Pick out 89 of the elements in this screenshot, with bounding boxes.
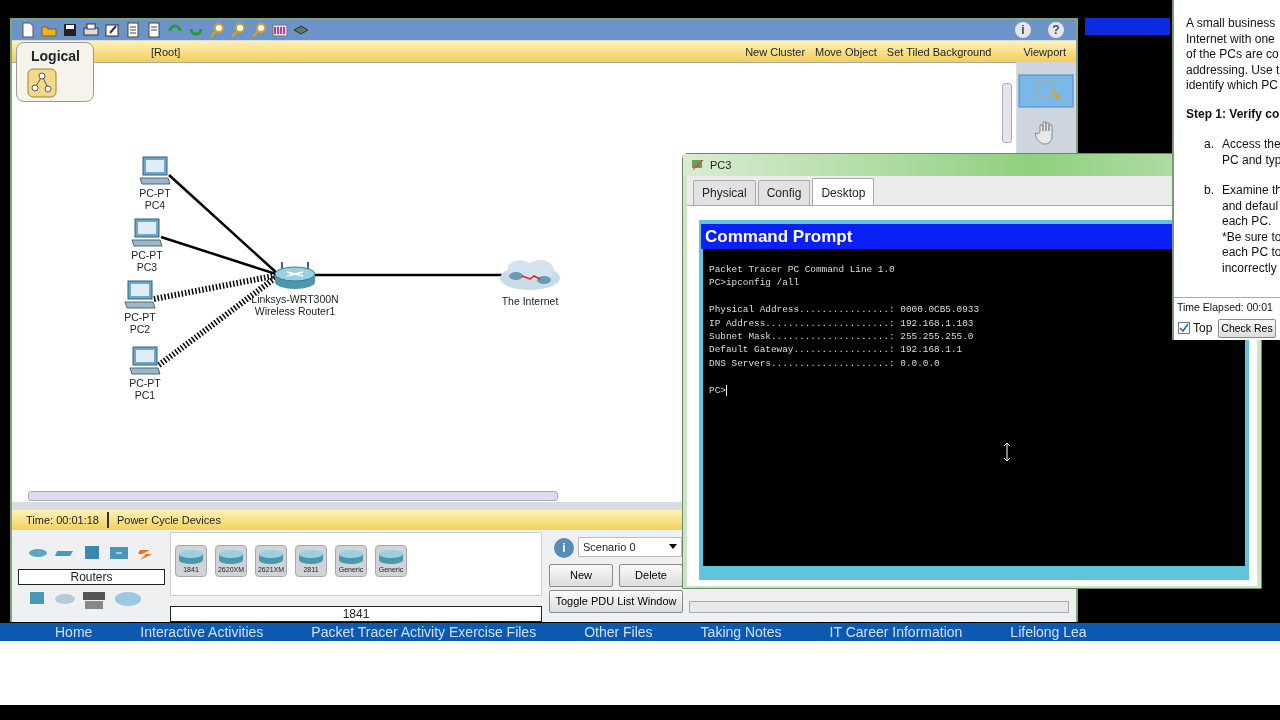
instruction-text: PC and typ (1222, 152, 1280, 168)
device-type-label: PC-PT (130, 249, 164, 261)
list-marker: a. (1204, 137, 1214, 153)
device-name-label: The Internet (500, 295, 560, 307)
new-button[interactable]: New (549, 564, 613, 587)
check-results-button[interactable]: Check Res (1218, 318, 1276, 339)
zoom-out-icon[interactable] (251, 22, 267, 38)
device-name-label: PC2 (128, 323, 152, 335)
device-name-label: PC1 (133, 389, 157, 401)
zoom-in-icon[interactable] (209, 22, 225, 38)
workspace-action[interactable]: Move Object (815, 44, 877, 61)
scenario-dropdown[interactable]: Scenario 0 (578, 537, 682, 557)
device-type-label: PC-PT (138, 187, 172, 199)
scenario-label: Scenario 0 (583, 539, 636, 555)
window-title: PC3 (710, 157, 732, 173)
instruction-text: identify which PC (1186, 78, 1280, 94)
nav-link[interactable]: Home (55, 623, 93, 641)
window-tab[interactable]: Desktop (812, 178, 875, 205)
device-name-label: Wireless Router1 (253, 305, 337, 317)
instruction-text: of the PCs are co (1186, 47, 1280, 63)
top-checkbox[interactable] (1178, 322, 1190, 335)
printer-icon[interactable] (83, 22, 99, 38)
workspace-action[interactable]: Set Tiled Background (886, 44, 992, 61)
info-button[interactable]: i (1015, 22, 1031, 38)
terminal-line: IP Address......................: 192.168.1.103 (709, 317, 974, 329)
topology-icon (27, 68, 57, 98)
text-cursor (725, 384, 727, 396)
resize-cursor-icon (1003, 442, 1011, 462)
selected-model-field: 1841 (170, 606, 542, 622)
checkbox-label: Top (1193, 320, 1213, 337)
device-type-label: PC-PT (128, 377, 162, 389)
list-marker: b. (1204, 183, 1214, 199)
power-cycle-button[interactable]: Power Cycle Devices (108, 511, 221, 529)
path-label: [Root] (151, 45, 181, 60)
computer-icon[interactable] (139, 156, 171, 186)
computer-icon[interactable] (124, 280, 156, 310)
window-tab[interactable]: Config (757, 180, 811, 205)
delete-button[interactable]: Delete (619, 564, 683, 587)
terminal-line: Default Gateway.................: 192.168.1.1 (709, 344, 963, 356)
instruction-text: Access the (1222, 137, 1280, 153)
terminal-line: Physical Address................: 0000.0CB5.0933 (709, 304, 980, 316)
instruction-text: and defaul (1222, 198, 1280, 214)
terminal-line: Subnet Mask.....................: 255.255.255.0 (709, 330, 974, 342)
caret-icon (669, 544, 677, 550)
instruction-text: incorrectly (1222, 260, 1278, 276)
nav-link[interactable]: Other Files (584, 623, 653, 641)
window-tab[interactable]: Physical (693, 180, 756, 205)
zoom-reset-icon[interactable] (230, 22, 246, 38)
check-icon (1179, 323, 1189, 334)
app-icon (691, 158, 705, 172)
cloud-icon[interactable] (498, 258, 562, 292)
save-icon[interactable] (62, 22, 78, 38)
time-label: Time: 00:01:18 (12, 511, 109, 529)
instruction-text: Internet with one (1186, 31, 1276, 47)
category-label: Routers (18, 569, 165, 585)
nav-link[interactable]: IT Career Information (829, 623, 963, 641)
nav-link[interactable]: Taking Notes (700, 623, 782, 641)
tab-label: Logical (31, 47, 80, 66)
terminal-line: Packet Tracer PC Command Line 1.0 (709, 264, 895, 275)
help-button[interactable]: ? (1048, 22, 1064, 38)
info-icon: i (554, 538, 574, 558)
step-heading: Step 1: Verify co (1186, 106, 1280, 122)
terminal-line: PC> (709, 384, 726, 396)
nav-link[interactable]: Lifelong Lea (1010, 623, 1087, 641)
instruction-text: A small business (1186, 16, 1277, 32)
palette-icon[interactable] (272, 22, 288, 38)
new-file-icon[interactable] (20, 22, 36, 38)
document-icon[interactable] (125, 22, 141, 38)
document-icon[interactable] (146, 22, 162, 38)
hub-icon[interactable] (82, 545, 102, 561)
computer-icon[interactable] (131, 218, 163, 248)
logical-tab[interactable]: Logical (16, 42, 94, 102)
wireless-icon[interactable] (109, 545, 129, 561)
workspace-action[interactable]: Viewport (1023, 44, 1066, 61)
vertical-scrollbar[interactable] (1002, 83, 1012, 143)
toggle-pdu-button[interactable]: Toggle PDU List Window (549, 590, 683, 613)
nav-link[interactable]: Interactive Activities (140, 623, 264, 641)
device-type-label: Linksys-WRT300N (250, 293, 340, 305)
computer-icon[interactable] (129, 346, 161, 376)
device-type-label: PC-PT (123, 311, 157, 323)
workspace-action[interactable]: New Cluster (745, 44, 806, 61)
device-name-label: PC3 (135, 261, 159, 273)
pencil-icon[interactable] (104, 22, 120, 38)
time-elapsed-label: Time Elapsed: 00:01 (1174, 297, 1280, 316)
instruction-text: addressing. Use t (1186, 62, 1280, 78)
terminal-line: PC>ipconfig /all (709, 277, 799, 289)
device-name-label: PC4 (143, 199, 167, 211)
nav-link[interactable]: Packet Tracer Activity Exercise Files (311, 623, 537, 641)
terminal-line: DNS Servers.....................: 0.0.0.0 (709, 357, 940, 369)
